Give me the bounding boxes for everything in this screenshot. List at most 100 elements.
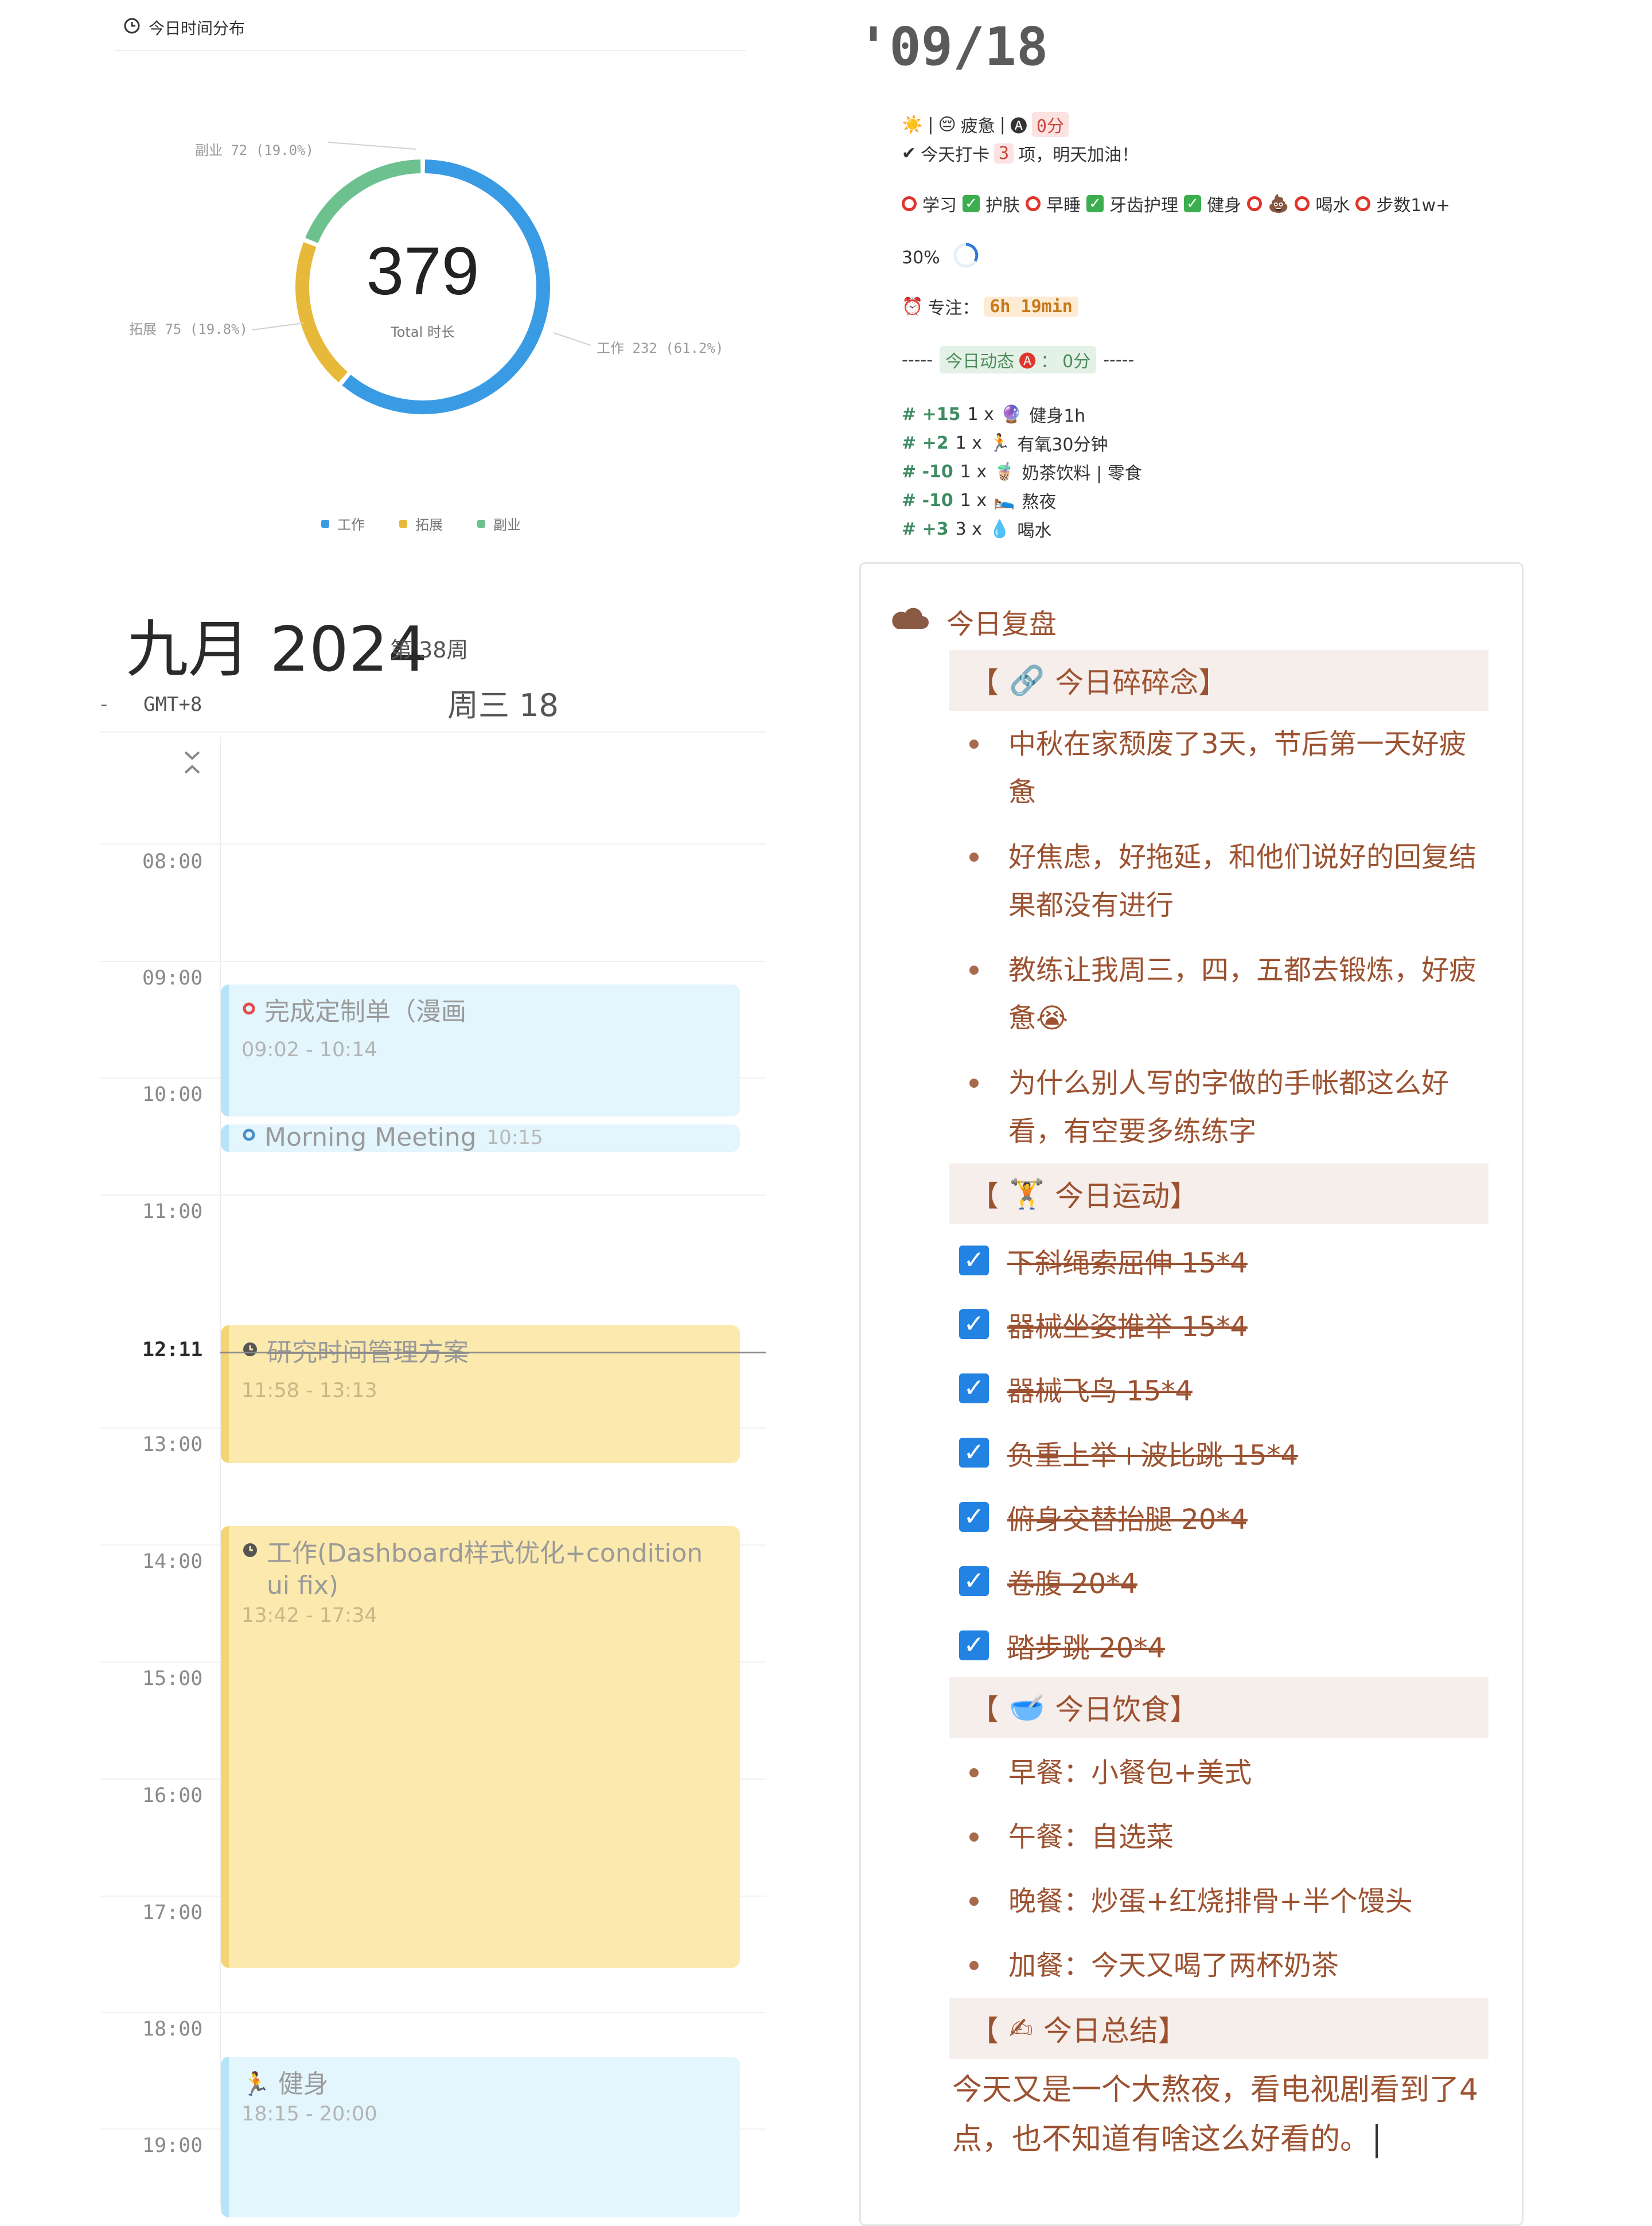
score-emoji: 🧋 [993,461,1015,482]
task-item[interactable]: ✓ 卷腹 20*4 [959,1561,1137,1601]
calendar-event[interactable]: Morning Meeting 10:15 [221,1124,740,1152]
legend-item[interactable]: 拓展 [399,513,443,534]
calendar-week: 第 38周 [390,637,469,663]
event-title: 健身 [278,2069,329,2099]
circle-icon[interactable] [1247,196,1262,211]
hour-label: 13:00 [142,1433,203,1456]
summary-text[interactable]: 今天又是一个大熬夜，看电视剧看到了4点，也不知道有啥这么好看的。 [952,2065,1486,2164]
list-item-text: 中秋在家颓废了3天，节后第一天好疲惫 [1008,728,1467,808]
clock-icon [241,1538,259,1578]
checkbox-checked-icon[interactable]: ✓ [959,1566,989,1596]
list-item: 晚餐：炒蛋+红烧排骨+半个馒头 [969,1877,1486,1925]
event-title: 完成定制单（漫画 [264,997,466,1026]
hour-label: 09:00 [142,967,203,990]
bracket: 【 [970,666,999,699]
circle-icon[interactable] [902,196,917,211]
circle-icon[interactable] [1355,196,1371,211]
checkbox-checked-icon[interactable]: ✓ [959,1502,989,1532]
event-time: 09:02 - 10:14 [241,1038,377,1061]
circle-icon[interactable] [1295,196,1310,211]
current-time-line [220,1352,766,1353]
summary-content: 今天又是一个大熬夜，看电视剧看到了4点，也不知道有啥这么好看的。 [952,2073,1479,2157]
bracket: 【 [970,1180,999,1213]
donut-title: 今日时间分布 [123,16,245,39]
task-item[interactable]: ✓ 器械坐姿推举 15*4 [959,1304,1248,1344]
task-item[interactable]: ✓ 负重上举+波比跳 15*4 [959,1433,1298,1473]
event-title: 工作(Dashboard样式优化+condition ui fix) [267,1539,703,1600]
section-title: 今日碎碎念】 [1055,666,1228,699]
legend-dot [399,519,407,528]
checkbox-checked-icon[interactable]: ✓ [959,1373,989,1403]
legend-dot [477,519,485,528]
checkbox-checked-icon[interactable]: ✓ [963,195,980,212]
checkbox-checked-icon[interactable]: ✓ [959,1438,989,1468]
clock-icon [241,1337,259,1377]
leader-work [553,332,591,346]
checkbox-checked-icon[interactable]: ✓ [1184,195,1201,212]
score-delta: # -10 [902,490,953,511]
checkbox-checked-icon[interactable]: ✓ [959,1630,989,1660]
calendar-day-header[interactable]: 周三 18 [447,680,559,725]
legend-item[interactable]: 工作 [321,513,365,534]
score-item: # -10 1 x 🛌 熬夜 [902,488,1057,513]
score-count: 1 x [960,490,987,511]
calendar-event[interactable]: 🏃 健身 18:15 - 20:00 [221,2057,740,2217]
ring-icon [241,1124,256,1152]
calendar-event[interactable]: 工作(Dashboard样式优化+condition ui fix) 13:42… [221,1526,740,1968]
ring-icon [241,996,256,1036]
hour-label: 19:00 [142,2134,203,2157]
donut-slice-3 [305,159,421,243]
task-item[interactable]: ✓ 器械飞鸟 15*4 [959,1368,1193,1408]
calendar-event[interactable]: 研究时间管理方案 11:58 - 13:13 [221,1325,740,1463]
task-item[interactable]: ✓ 下斜绳索屈伸 15*4 [959,1240,1248,1281]
section-title: 今日饮食】 [1055,1693,1199,1726]
score-emoji: 🏃 [988,433,1011,453]
score-item: # -10 1 x 🧋 奶茶饮料 | 零食 [902,459,1142,484]
score-icon: 🅐 [1019,352,1037,372]
habit-label: 牙齿护理 [1109,196,1178,216]
legend-item[interactable]: 副业 [477,513,521,534]
score-count: 3 x [955,519,982,539]
calendar-timezone[interactable]: GMT+8 [143,693,202,716]
score-item: # +15 1 x 🔮 健身1h [902,402,1085,427]
task-text: 卷腹 20*4 [1007,1568,1137,1600]
list-item-text: 好焦虑，好拖延，和他们说好的回复结果都没有进行 [1008,841,1477,921]
event-title: Morning Meeting [264,1124,477,1152]
calendar-event[interactable]: 完成定制单（漫画 09:02 - 10:14 [221,984,740,1116]
dynamics-colon: ： [1041,352,1058,372]
current-time-label: 12:11 [142,1338,203,1361]
habit-label: 护肤 [985,196,1020,216]
section-summary: 【 ✍ 今日总结】 [949,1998,1489,2059]
checkbox-checked-icon[interactable]: ✓ [1086,195,1104,212]
checkbox-checked-icon[interactable]: ✓ [959,1309,989,1339]
dynamics-label: 今日动态 [945,352,1015,372]
hour-line [100,1194,766,1196]
cloud-icon [889,605,929,638]
list-item-text: 教练让我周三，四，五都去锻炼，好疲惫😭 [1008,954,1477,1034]
event-time: 18:15 - 20:00 [241,2103,377,2126]
list-item-text: 为什么别人写的字做的手帐都这么好看，有空要多练练字 [1008,1067,1450,1147]
task-text: 器械飞鸟 15*4 [1007,1375,1193,1407]
score-delta: # +2 [902,433,949,453]
collapse-icon[interactable] [182,749,202,779]
hour-label: 08:00 [142,850,203,873]
checkbox-checked-icon[interactable]: ✓ [959,1246,989,1275]
list-item-text: 晚餐：炒蛋+红烧排骨+半个馒头 [1008,1885,1413,1917]
score-count: 1 x [967,404,994,425]
circle-icon[interactable] [1026,196,1041,211]
habit-label: 健身 [1207,196,1241,216]
list-item-text: 加餐：今天又喝了两杯奶茶 [1008,1949,1339,1982]
hour-label: 10:00 [142,1083,203,1106]
task-item[interactable]: ✓ 踏步跳 20*4 [959,1625,1165,1665]
tired-face-icon: 😔 [938,114,956,135]
link-icon: 🔗 [1009,663,1045,697]
section-title: 今日总结】 [1043,2014,1187,2048]
list-item: 好焦虑，好拖延，和他们说好的回复结果都没有进行 [969,833,1486,929]
text-caret [1376,2124,1378,2158]
hour-label: 18:00 [142,2018,203,2041]
poop-icon: 💩 [1268,193,1289,214]
progress-row: 30% [902,241,980,274]
donut-legend: 工作 拓展 副业 [321,513,521,534]
task-item[interactable]: ✓ 俯身交替抬腿 20*4 [959,1497,1248,1537]
score-icon: 🅐 [1010,116,1027,137]
